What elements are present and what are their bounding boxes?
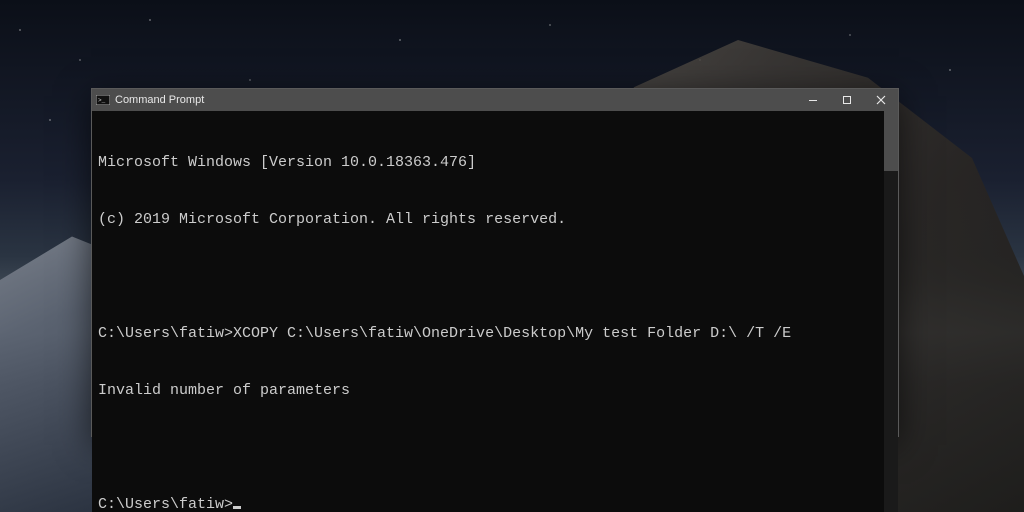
terminal-line [98, 438, 878, 457]
maximize-button[interactable] [830, 89, 864, 111]
terminal-line: Invalid number of parameters [98, 381, 878, 400]
terminal-line: (c) 2019 Microsoft Corporation. All righ… [98, 210, 878, 229]
titlebar[interactable]: >_ Command Prompt [92, 89, 898, 111]
terminal-prompt-line: C:\Users\fatiw> [98, 495, 878, 512]
window-title: Command Prompt [115, 94, 204, 106]
svg-text:>_: >_ [98, 97, 106, 104]
terminal-area: Microsoft Windows [Version 10.0.18363.47… [92, 111, 898, 512]
terminal-output[interactable]: Microsoft Windows [Version 10.0.18363.47… [92, 111, 884, 512]
minimize-button[interactable] [796, 89, 830, 111]
scrollbar[interactable] [884, 111, 898, 512]
command-prompt-window: >_ Command Prompt Microsoft Windows [Ver… [91, 88, 899, 437]
terminal-line [98, 267, 878, 286]
cursor-icon [233, 506, 241, 509]
close-button[interactable] [864, 89, 898, 111]
command-prompt-icon: >_ [96, 94, 110, 106]
terminal-prompt: C:\Users\fatiw> [98, 496, 233, 512]
scrollbar-thumb[interactable] [884, 111, 898, 171]
terminal-line: C:\Users\fatiw>XCOPY C:\Users\fatiw\OneD… [98, 324, 878, 343]
terminal-line: Microsoft Windows [Version 10.0.18363.47… [98, 153, 878, 172]
